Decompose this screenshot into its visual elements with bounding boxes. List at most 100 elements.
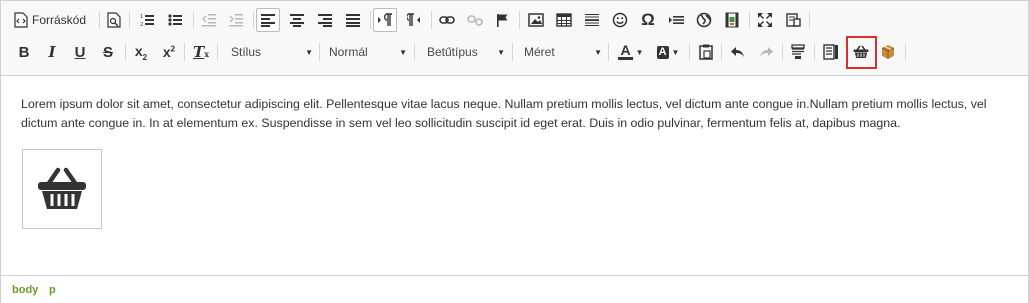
superscript-button[interactable]: x2 bbox=[157, 40, 181, 64]
justify-button[interactable] bbox=[341, 8, 365, 32]
unlink-icon bbox=[467, 14, 483, 26]
preview-button[interactable] bbox=[102, 8, 126, 32]
toolbar-separator bbox=[519, 11, 520, 29]
inserted-basket-image[interactable] bbox=[22, 149, 102, 229]
svg-text:1: 1 bbox=[140, 14, 143, 20]
font-size-dropdown-value: Méret bbox=[524, 45, 555, 59]
toolbar-separator bbox=[749, 11, 750, 29]
align-center-button[interactable] bbox=[285, 8, 309, 32]
unlink-button[interactable] bbox=[463, 8, 487, 32]
show-blocks-button[interactable] bbox=[781, 8, 805, 32]
justify-icon bbox=[346, 13, 360, 27]
toolbar-separator bbox=[193, 11, 194, 29]
align-right-button[interactable] bbox=[313, 8, 337, 32]
undo-button[interactable] bbox=[726, 40, 750, 64]
paste-button[interactable] bbox=[694, 40, 718, 64]
shopping-basket-button[interactable] bbox=[849, 40, 873, 64]
horizontal-rule-button[interactable] bbox=[580, 8, 604, 32]
bold-button[interactable]: B bbox=[12, 40, 36, 64]
preview-icon bbox=[107, 12, 121, 28]
ltr-direction-button[interactable] bbox=[373, 8, 397, 32]
chevron-down-icon: ▼ bbox=[497, 47, 505, 57]
format-dropdown-value: Normál bbox=[329, 45, 368, 59]
align-left-button[interactable] bbox=[256, 8, 280, 32]
remove-format-icon: Tx bbox=[193, 43, 209, 61]
toolbar-separator bbox=[512, 43, 513, 61]
chevron-down-icon: ▼ bbox=[594, 47, 602, 57]
subscript-button[interactable]: x2 bbox=[129, 40, 153, 64]
outdent-icon bbox=[202, 13, 216, 27]
media-embed-button[interactable] bbox=[720, 8, 744, 32]
page-break-button[interactable] bbox=[819, 40, 843, 64]
rtl-direction-button[interactable] bbox=[402, 8, 426, 32]
styles-dropdown[interactable]: Stílus ▼ bbox=[227, 41, 313, 63]
format-dropdown[interactable]: Normál ▼ bbox=[325, 41, 407, 63]
underline-icon: U bbox=[74, 43, 86, 61]
toolbar-separator bbox=[370, 11, 371, 29]
source-button-label: Forráskód bbox=[32, 13, 87, 27]
special-char-button[interactable]: Ω bbox=[636, 8, 660, 32]
table-button[interactable] bbox=[552, 8, 576, 32]
text-color-icon: A ▼ bbox=[618, 42, 644, 60]
package-box-icon bbox=[880, 44, 896, 60]
toolbar-separator bbox=[125, 43, 126, 61]
strikethrough-icon: S bbox=[102, 43, 113, 61]
underline-button[interactable]: U bbox=[68, 40, 92, 64]
bold-icon: B bbox=[18, 43, 30, 61]
background-color-button[interactable]: A ▼ bbox=[652, 40, 684, 64]
subscript-icon: x2 bbox=[134, 42, 148, 62]
page-icon bbox=[823, 44, 839, 60]
shopping-basket-icon bbox=[36, 167, 88, 211]
styles-dropdown-value: Stílus bbox=[231, 45, 262, 59]
italic-button[interactable]: I bbox=[40, 40, 64, 64]
outdent-button[interactable] bbox=[197, 8, 221, 32]
link-icon bbox=[439, 15, 455, 25]
strikethrough-button[interactable]: S bbox=[96, 40, 120, 64]
globe-button[interactable] bbox=[692, 8, 716, 32]
package-button[interactable] bbox=[876, 40, 900, 64]
editor-content-paragraph[interactable]: Lorem ipsum dolor sit amet, consectetur … bbox=[21, 95, 1011, 133]
toolbar-separator bbox=[253, 11, 254, 29]
redo-icon bbox=[758, 46, 774, 58]
align-left-icon bbox=[261, 13, 275, 27]
font-dropdown[interactable]: Betűtípus ▼ bbox=[423, 41, 505, 63]
text-color-button[interactable]: A ▼ bbox=[615, 40, 647, 64]
svg-text:2: 2 bbox=[140, 22, 143, 27]
image-button[interactable] bbox=[524, 8, 548, 32]
maximize-icon bbox=[758, 13, 772, 27]
iframe-button[interactable] bbox=[664, 8, 688, 32]
align-center-icon bbox=[290, 13, 304, 27]
toolbar-separator bbox=[721, 43, 722, 61]
toolbar-separator bbox=[809, 11, 810, 29]
remove-format-button[interactable]: Tx bbox=[189, 40, 213, 64]
align-right-icon bbox=[318, 13, 332, 27]
path-p-link[interactable]: p bbox=[49, 284, 56, 296]
link-button[interactable] bbox=[435, 8, 459, 32]
bulleted-list-icon bbox=[168, 13, 182, 27]
toolbar-separator bbox=[905, 43, 906, 61]
maximize-button[interactable] bbox=[753, 8, 777, 32]
font-size-dropdown[interactable]: Méret ▼ bbox=[520, 41, 602, 63]
toolbar-separator bbox=[689, 43, 690, 61]
template-button[interactable] bbox=[786, 40, 810, 64]
rich-text-editor: Forráskód 12 Ω B I U S x2 x2 Tx Stílus ▼… bbox=[0, 0, 1029, 303]
indent-button[interactable] bbox=[224, 8, 248, 32]
element-path-bar: body p bbox=[1, 275, 1028, 303]
horizontal-rule-icon bbox=[585, 13, 599, 27]
bulleted-list-button[interactable] bbox=[163, 8, 187, 32]
toolbar-row-2: B I U S x2 x2 Tx Stílus ▼ Normál ▼ Betűt… bbox=[1, 38, 1028, 68]
path-body-link[interactable]: body bbox=[12, 284, 38, 296]
smiley-button[interactable] bbox=[608, 8, 632, 32]
toolbar-separator bbox=[319, 43, 320, 61]
font-dropdown-value: Betűtípus bbox=[427, 45, 478, 59]
toolbar-separator bbox=[431, 11, 432, 29]
anchor-button[interactable] bbox=[491, 8, 515, 32]
editor-toolbar: Forráskód 12 Ω B I U S x2 x2 Tx Stílus ▼… bbox=[1, 1, 1028, 76]
source-button[interactable]: Forráskód bbox=[14, 8, 86, 32]
redo-button[interactable] bbox=[754, 40, 778, 64]
toolbar-separator bbox=[608, 43, 609, 61]
indent-icon bbox=[229, 13, 243, 27]
numbered-list-button[interactable]: 12 bbox=[135, 8, 159, 32]
toolbar-separator bbox=[217, 43, 218, 61]
image-icon bbox=[528, 13, 544, 27]
